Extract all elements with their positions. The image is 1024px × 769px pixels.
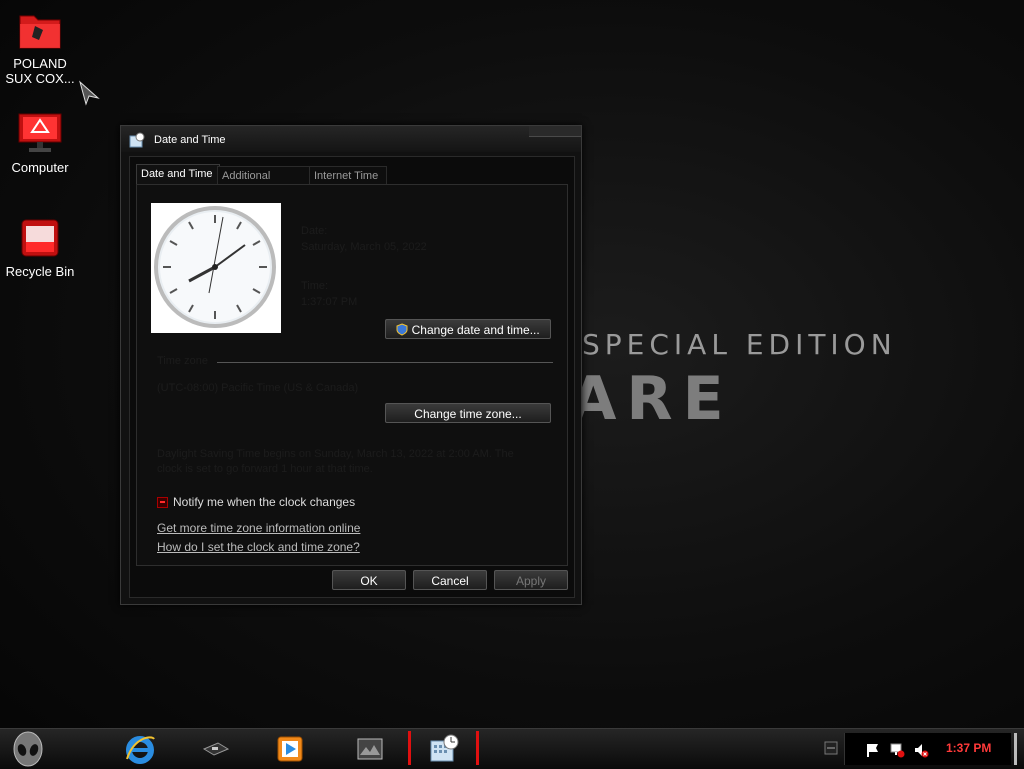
date-time-icon bbox=[129, 132, 145, 148]
taskbar: 1:37 PM bbox=[0, 728, 1024, 769]
time-label: Time: bbox=[301, 280, 329, 292]
titlebar-decoration bbox=[529, 126, 581, 137]
how-to-set-clock-link[interactable]: How do I set the clock and time zone? bbox=[157, 540, 360, 554]
device-icon[interactable] bbox=[200, 733, 232, 765]
dst-info-line2: clock is set to go forward 1 hour at tha… bbox=[157, 463, 373, 475]
desktop-icon-poland-folder[interactable]: POLAND SUX COX... bbox=[0, 10, 80, 86]
change-date-time-label: Change date and time... bbox=[411, 323, 540, 337]
mouse-pointer-icon bbox=[79, 80, 100, 106]
change-date-time-button[interactable]: Change date and time... bbox=[385, 319, 551, 339]
timezone-group-title: Time zone bbox=[157, 355, 208, 367]
notify-checkbox-label: Notify me when the clock changes bbox=[173, 495, 356, 509]
analog-clock bbox=[151, 203, 281, 333]
tab-internet-time[interactable]: Internet Time bbox=[309, 166, 387, 185]
taskbar-clock[interactable]: 1:37 PM bbox=[946, 741, 991, 755]
tab-additional-clocks[interactable]: Additional Clocks bbox=[217, 166, 311, 200]
notify-checkbox-row[interactable]: Notify me when the clock changes bbox=[157, 495, 355, 509]
tab-date-and-time[interactable]: Date and Time bbox=[136, 164, 220, 186]
action-center-flag-icon[interactable] bbox=[865, 742, 881, 758]
change-time-zone-button[interactable]: Change time zone... bbox=[385, 403, 551, 423]
volume-muted-icon[interactable] bbox=[913, 742, 929, 758]
desktop-icon-recycle-bin[interactable]: Recycle Bin bbox=[0, 216, 80, 279]
internet-explorer-icon[interactable] bbox=[124, 733, 156, 765]
wallpaper-special-edition-text: SPECIAL EDITION bbox=[582, 328, 897, 361]
notify-checkbox[interactable] bbox=[157, 497, 168, 509]
active-task-marker-right bbox=[476, 731, 479, 765]
apply-button[interactable]: Apply bbox=[494, 570, 568, 590]
recycle-bin-icon bbox=[21, 219, 59, 257]
desktop-icon-label: Recycle Bin bbox=[5, 264, 75, 279]
dialog-body: Date and Time Additional Clocks Internet… bbox=[129, 156, 575, 598]
date-and-time-panel: Date: Saturday, March 05, 2022 Time: 1:3… bbox=[136, 184, 568, 566]
dialog-titlebar[interactable]: Date and Time bbox=[121, 126, 581, 152]
uac-shield-icon bbox=[396, 323, 408, 336]
computer-icon bbox=[18, 113, 62, 152]
timezone-group-divider bbox=[217, 362, 553, 363]
more-timezone-info-link[interactable]: Get more time zone information online bbox=[157, 521, 360, 535]
network-icon[interactable] bbox=[889, 742, 905, 758]
date-value: Saturday, March 05, 2022 bbox=[301, 241, 427, 253]
photo-viewer-icon[interactable] bbox=[354, 733, 386, 765]
dst-info-line1: Daylight Saving Time begins on Sunday, M… bbox=[157, 448, 514, 460]
desktop-icon-computer[interactable]: Computer bbox=[0, 112, 80, 175]
show-hidden-icons-icon[interactable] bbox=[824, 741, 838, 755]
media-player-icon[interactable] bbox=[274, 733, 306, 765]
active-task-marker-left bbox=[408, 731, 411, 765]
show-desktop-button[interactable] bbox=[1014, 733, 1017, 765]
alien-start-icon[interactable] bbox=[10, 730, 46, 768]
desktop-icon-label: SUX COX... bbox=[5, 71, 75, 86]
date-time-dialog: Date and Time Date and Time Additional C… bbox=[120, 125, 582, 605]
wallpaper-logo-text: ARE bbox=[570, 364, 734, 434]
dialog-title: Date and Time bbox=[154, 134, 226, 146]
cancel-button[interactable]: Cancel bbox=[413, 570, 487, 590]
desktop-icon-label: POLAND bbox=[13, 56, 67, 71]
wallpaper-brand: SPECIAL EDITION ARE bbox=[560, 328, 920, 434]
date-label: Date: bbox=[301, 225, 328, 237]
timezone-value: (UTC-08:00) Pacific Time (US & Canada) bbox=[157, 382, 359, 394]
ok-button[interactable]: OK bbox=[332, 570, 406, 590]
date-time-icon[interactable] bbox=[428, 733, 460, 765]
desktop-icon-label: Computer bbox=[11, 160, 69, 175]
time-value: 1:37:07 PM bbox=[301, 296, 358, 308]
folder-icon bbox=[19, 15, 61, 49]
